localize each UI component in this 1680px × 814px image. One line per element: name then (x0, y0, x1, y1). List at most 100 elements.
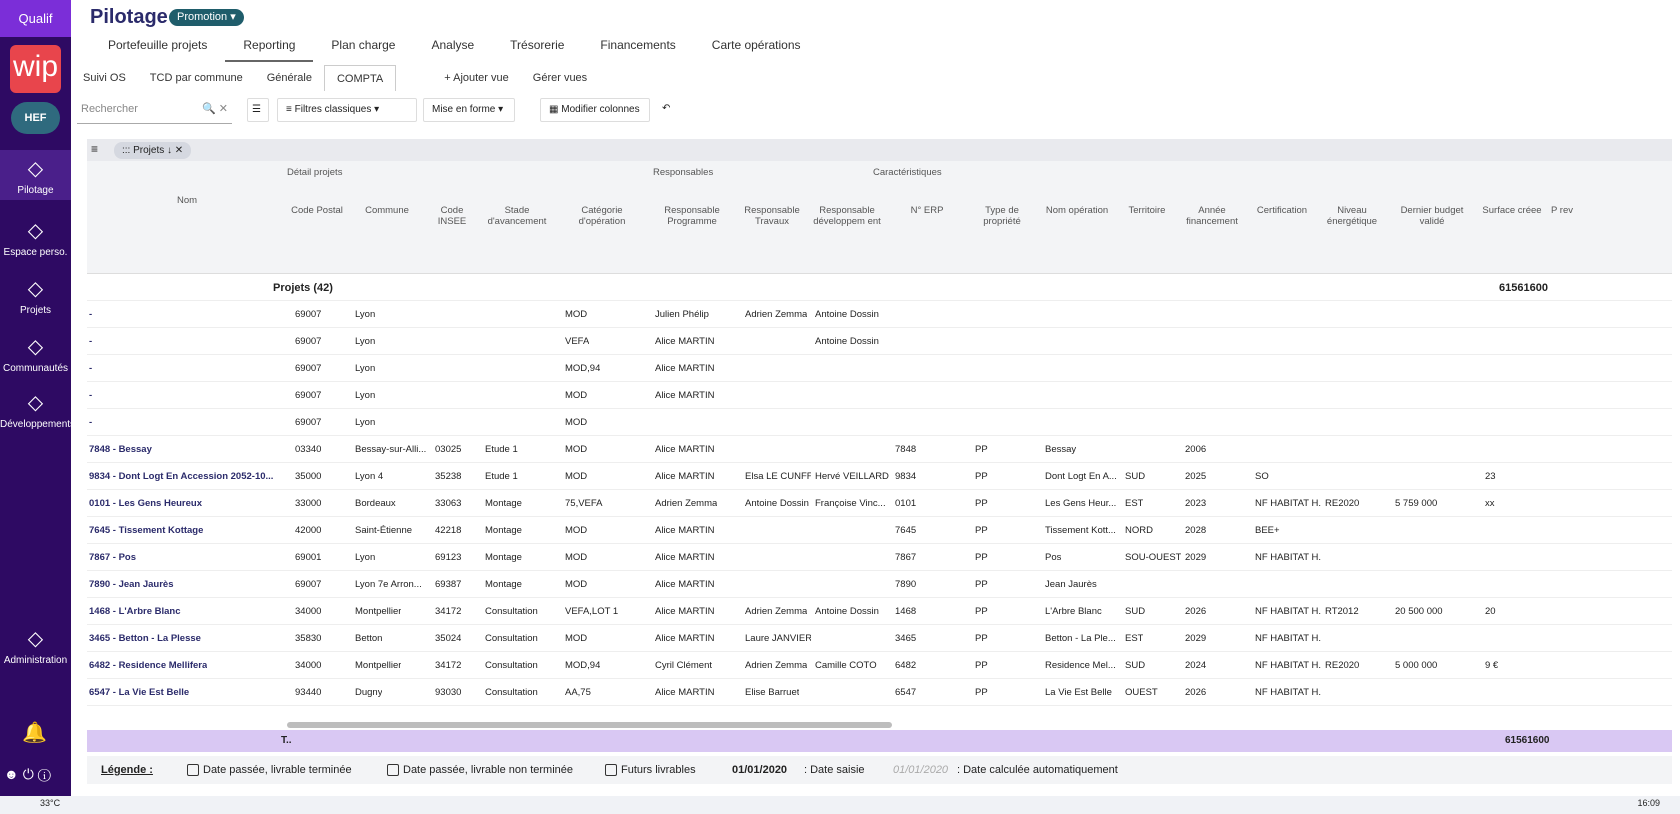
column-header[interactable]: Commune (347, 205, 427, 216)
horizontal-scrollbar[interactable] (287, 722, 892, 728)
table-cell: Montage (485, 579, 522, 590)
manage-views-button[interactable]: Gérer vues (521, 72, 599, 84)
column-header[interactable]: Surface créee (1477, 205, 1547, 216)
table-row[interactable]: 7890 - Jean Jaurès 69007 Lyon 7e Arron... 6… (87, 571, 1672, 598)
table-cell: PP (975, 498, 988, 509)
column-header[interactable]: Responsable Travaux (737, 205, 807, 227)
data-grid: ≡ ::: Projets ↓ ✕ Détail projetsResponsa… (87, 139, 1672, 752)
table-row[interactable]: - 69007 Lyon MOD Julien Phélip Adrien Zemma An… (87, 301, 1672, 328)
group-row[interactable]: Projets (42) 61561600 (87, 274, 1672, 301)
tab-5[interactable]: Financements (582, 34, 693, 62)
sidebar-item-administration[interactable]: ◇ Administration (0, 620, 71, 670)
undo-icon[interactable]: ↶ (657, 98, 681, 122)
user-avatar[interactable]: HEF (11, 102, 60, 134)
table-cell: Elise Barruet (745, 687, 800, 698)
view-tab-1[interactable]: TCD par commune (138, 72, 255, 84)
table-row[interactable]: 9834 - Dont Logt En Accession 2052-10...… (87, 463, 1672, 490)
table-cell: Lyon (355, 390, 376, 401)
account-power-help-icons[interactable]: ☻⏻ⓘ (4, 766, 55, 783)
column-header[interactable]: Dernier budget validé (1387, 205, 1477, 227)
group-toggle-icon[interactable]: ≡ (91, 142, 98, 156)
sidebar-item-projets[interactable]: ◇ Projets (0, 270, 71, 320)
column-header[interactable]: Certification (1247, 205, 1317, 216)
table-row[interactable]: - 69007 Lyon MOD,94 Alice MARTIN (87, 355, 1672, 382)
tab-2[interactable]: Plan charge (313, 34, 413, 62)
tab-0[interactable]: Portefeuille projets (90, 34, 225, 62)
table-cell: Alice MARTIN (655, 444, 715, 455)
table-row[interactable]: 3465 - Betton - La Plesse 35830 Betton 3502… (87, 625, 1672, 652)
format-button[interactable]: Mise en forme ▾ (423, 98, 515, 122)
column-header[interactable]: Responsable Programme (647, 205, 737, 227)
table-row[interactable]: - 69007 Lyon MOD Alice MARTIN (87, 382, 1672, 409)
table-cell: 1468 (895, 606, 917, 617)
column-header[interactable]: Nom (87, 195, 287, 206)
column-header[interactable]: Stade d'avancement (477, 205, 557, 227)
view-options-icon[interactable]: ☰ (247, 98, 269, 122)
table-row[interactable]: 7645 - Tissement Kottage 42000 Saint-Étien… (87, 517, 1672, 544)
promotion-dropdown[interactable]: Promotion ▾ (169, 9, 244, 26)
table-cell: Consultation (485, 633, 538, 644)
table-cell: 93030 (435, 687, 462, 698)
column-header[interactable]: P rev (1547, 205, 1577, 216)
legend-item-late[interactable]: Date passée, livrable non terminée (387, 764, 573, 777)
sidebar-item-dveloppements[interactable]: ◇ Développements (0, 384, 75, 434)
table-row[interactable]: 6482 - Residence Mellifera 34000 Montpelli… (87, 652, 1672, 679)
table-cell: 03340 (295, 444, 322, 455)
legend-item-future[interactable]: Futurs livrables (605, 764, 696, 777)
taskbar: 33°C 16:09 (0, 796, 1680, 814)
table-cell: 7867 (895, 552, 917, 563)
app-logo[interactable]: wip (10, 45, 61, 93)
sidebar-item-espaceperso[interactable]: ◇ Espace perso. (0, 212, 71, 262)
table-cell: Alice MARTIN (655, 552, 715, 563)
group-chip[interactable]: ::: Projets ↓ ✕ (114, 142, 192, 159)
search-icon[interactable]: 🔍 ✕ (202, 102, 228, 115)
table-row[interactable]: 1468 - L'Arbre Blanc 34000 Montpellier 3417… (87, 598, 1672, 625)
table-cell: PP (975, 552, 988, 563)
column-header[interactable]: Niveau énergétique (1317, 205, 1387, 227)
sidebar-item-pilotage[interactable]: ◇ Pilotage (0, 150, 71, 200)
table-cell: Montage (485, 552, 522, 563)
search-input[interactable]: Rechercher 🔍 ✕ (77, 98, 232, 124)
home-icon: ◇ (27, 220, 44, 242)
bell-icon[interactable]: 🔔 (22, 720, 47, 745)
column-header[interactable]: Territoire (1117, 205, 1177, 216)
table-cell: Pos (1045, 552, 1062, 563)
filters-button[interactable]: ≡ Filtres classiques ▾ (277, 98, 417, 122)
column-header[interactable]: Catégorie d'opération (557, 205, 647, 227)
sidebar-item-communauts[interactable]: ◇ Communautés (0, 328, 71, 378)
legend-item-done[interactable]: Date passée, livrable terminée (187, 764, 352, 777)
column-header[interactable]: Code INSEE (427, 205, 477, 227)
table-row[interactable]: - 69007 Lyon VEFA Alice MARTIN Antoine Dossin (87, 328, 1672, 355)
column-header[interactable]: Responsable développem ent (807, 205, 887, 227)
table-row[interactable]: 6547 - La Vie Est Belle 93440 Dugny 93030 Co… (87, 679, 1672, 706)
table-cell: Adrien Zemma (745, 606, 808, 617)
view-tab-0[interactable]: Suivi OS (71, 72, 138, 84)
table-row[interactable]: 0101 - Les Gens Heureux 33000 Bordeaux 3306… (87, 490, 1672, 517)
table-cell: Etude 1 (485, 444, 518, 455)
column-header[interactable]: Type de propriété (967, 205, 1037, 227)
table-row[interactable]: - 69007 Lyon MOD (87, 409, 1672, 436)
table-cell: Consultation (485, 660, 538, 671)
table-cell: 69123 (435, 552, 462, 563)
tab-3[interactable]: Analyse (413, 34, 492, 62)
column-header[interactable]: Code Postal (287, 205, 347, 216)
table-cell: 3465 - Betton - La Plesse (89, 633, 201, 644)
table-row[interactable]: 7848 - Bessay 03340 Bessay-sur-Alli... 0302… (87, 436, 1672, 463)
columns-button[interactable]: ▦ Modifier colonnes (540, 98, 650, 122)
column-header[interactable]: Nom opération (1037, 205, 1117, 216)
add-view-button[interactable]: + Ajouter vue (432, 72, 521, 84)
column-header[interactable]: N° ERP (887, 205, 967, 216)
main-tabs: Portefeuille projets Reporting Plan charge… (90, 34, 819, 62)
table-cell: Alice MARTIN (655, 687, 715, 698)
view-tab-3[interactable]: COMPTA (323, 65, 397, 91)
table-cell: 7867 - Pos (89, 552, 136, 563)
tab-6[interactable]: Carte opérations (694, 34, 819, 62)
table-cell: PP (975, 444, 988, 455)
column-header[interactable]: Année financement (1177, 205, 1247, 227)
table-cell: Jean Jaurès (1045, 579, 1097, 590)
tab-4[interactable]: Trésorerie (492, 34, 582, 62)
tab-1[interactable]: Reporting (225, 34, 314, 62)
header-group: Détail projets (287, 167, 343, 178)
view-tab-2[interactable]: Générale (255, 72, 324, 84)
table-row[interactable]: 7867 - Pos 69001 Lyon 69123 Montage MOD Alice … (87, 544, 1672, 571)
